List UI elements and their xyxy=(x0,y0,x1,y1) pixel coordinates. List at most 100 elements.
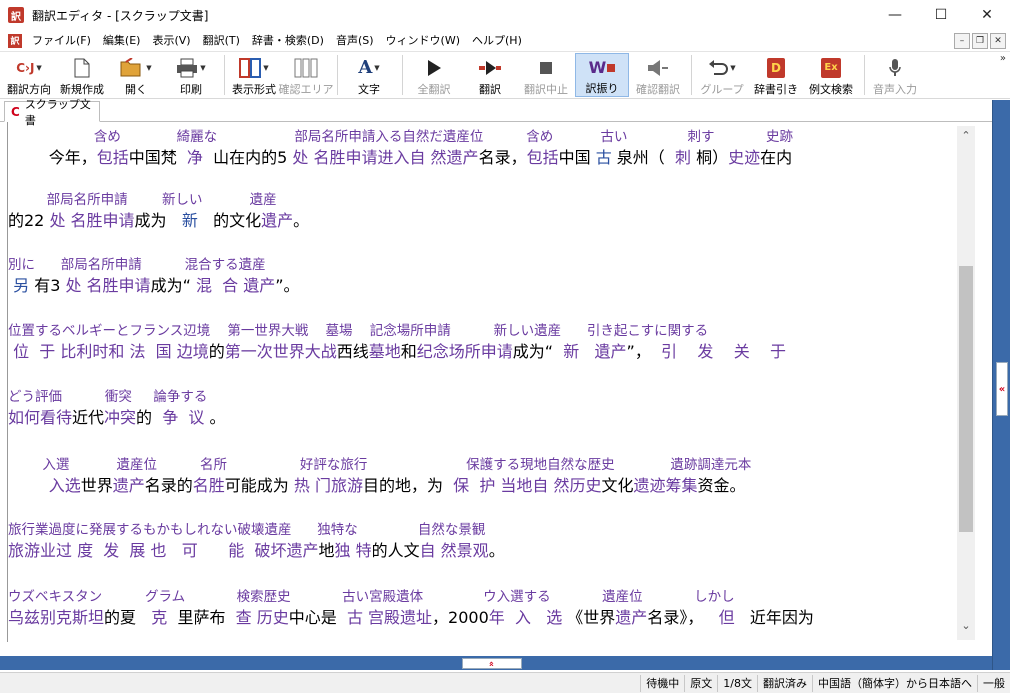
sentence-block[interactable]: 位置するベルギーとフランス辺境 第一世界大戦 墓場 記念場所申請 新しい遺産 引… xyxy=(8,322,954,364)
translated-term: 古 宫殿遗址 xyxy=(346,608,433,627)
translated-term: 处 名胜申请 xyxy=(65,276,151,295)
new-document-icon xyxy=(74,57,90,78)
translated-term: 新 遺产 xyxy=(563,342,627,361)
menu-edit[interactable]: 編集(E) xyxy=(97,30,147,52)
ruby-translation-line: 含め 綺麗な 部局名所申請入る自然だ遺産位 含め 古い 刺す 史跡 xyxy=(8,129,794,145)
minimize-button[interactable]: — xyxy=(872,0,918,30)
ruby-translation-line: 位置するベルギーとフランス辺境 第一世界大戦 墓場 記念場所申請 新しい遺産 引… xyxy=(8,323,709,339)
stop-translation-button[interactable]: 翻訳中止 xyxy=(519,53,573,97)
doc-minimize-button[interactable]: – xyxy=(954,33,970,49)
window-controls: — ☐ ✕ xyxy=(872,0,1010,30)
toolbar-separator xyxy=(691,55,692,95)
translation-direction-button[interactable]: C›J ▼ 翻訳方向 xyxy=(4,53,54,97)
source-text: 泉州（ xyxy=(611,148,675,167)
source-text: 的夏 xyxy=(104,608,152,627)
translation-editor[interactable]: 含め 綺麗な 部局名所申請入る自然だ遺産位 含め 古い 刺す 史跡 今年，包括中… xyxy=(8,126,956,640)
scrollbar-thumb[interactable] xyxy=(959,266,973,532)
group-button[interactable]: ▼ グループ xyxy=(696,53,748,97)
source-text-line[interactable]: 位 于 比利时和 法 国 边境的第一次世界大战西线墓地和纪念场所申请成为“ 新 … xyxy=(8,340,954,364)
window-title: 翻訳エディタ - [スクラップ文書] xyxy=(32,8,209,23)
vertical-scrollbar[interactable]: ⌃ ⌄ xyxy=(957,126,975,640)
view-format-button[interactable]: ▼ 表示形式 xyxy=(229,53,279,97)
source-text: ，2000 xyxy=(432,608,489,627)
toolbar: C›J ▼ 翻訳方向 新規作成 ▼ 開く ▼ 印刷 ▼ 表示形式 確認エリア A… xyxy=(0,53,1010,99)
scroll-down-arrow-icon[interactable]: ⌄ xyxy=(957,616,975,634)
source-text: 近代 xyxy=(72,408,105,427)
menu-voice[interactable]: 音声(S) xyxy=(330,30,380,52)
status-bar: 待機中 原文 1/8文 翻訳済み 中国語（簡体字）から日本語へ 一般 xyxy=(0,672,1010,693)
sentence-block[interactable]: 別に 部局名所申請 混合する遺産 另 有3 处 名胜申请成为“ 混 合 遺产”。 xyxy=(8,256,954,298)
sentence-block[interactable]: 入選 遺産位 名所 好評な旅行 保護する現地自然な歴史 遺跡調達元本 入选世界遗… xyxy=(8,456,954,498)
font-button[interactable]: A ▼ 文字 xyxy=(342,53,396,97)
translated-term: 保 护 当地自 然历史 xyxy=(453,476,602,495)
source-text-line[interactable]: 旅游业过 度 发 展 也 可 能 破坏遗产地独 特的人文自 然景观。 xyxy=(8,539,954,563)
menu-dictionary-search[interactable]: 辞書・検索(D) xyxy=(246,30,330,52)
ruby-translation-icon: W xyxy=(589,58,616,77)
maximize-button[interactable]: ☐ xyxy=(918,0,964,30)
translate-button[interactable]: 翻訳 xyxy=(463,53,517,97)
source-text: 的 xyxy=(208,342,225,361)
source-text: 中国 xyxy=(558,148,596,167)
source-text-line[interactable]: 今年，包括中国梵 净 山在内的5 处 名胜申请进入自 然遗产名录，包括中国 古 … xyxy=(8,146,954,170)
source-text-line[interactable]: 如何看待近代冲突的 争 议 。 xyxy=(8,406,954,430)
translated-term: 遗产 xyxy=(615,608,648,627)
sentence-block[interactable]: 含め 綺麗な 部局名所申請入る自然だ遺産位 含め 古い 刺す 史跡 今年，包括中… xyxy=(8,128,954,170)
source-text: ”。 xyxy=(275,276,300,295)
sentence-block[interactable]: どう評価 衝突 論争する 如何看待近代冲突的 争 议 。 xyxy=(8,388,954,430)
new-document-button[interactable]: 新規作成 xyxy=(56,53,108,97)
translated-term: 名胜 xyxy=(192,476,225,495)
toolbar-separator xyxy=(337,55,338,95)
ruby-translation-button[interactable]: W 訳振り xyxy=(575,53,629,97)
source-text-line[interactable]: 入选世界遗产名录的名胜可能成为 热 门旅游目的地，为 保 护 当地自 然历史文化… xyxy=(8,474,954,498)
doc-close-button[interactable]: ✕ xyxy=(990,33,1006,49)
ruby-translation-line: 部局名所申請 新しい 遺産 xyxy=(8,192,277,208)
translated-term: 旅游业过 度 发 展 也 可 能 破坏遗产 xyxy=(8,541,319,560)
translated-term: 但 xyxy=(718,608,735,627)
document-icon: C xyxy=(11,104,20,119)
translated-term: 克 xyxy=(151,608,168,627)
document-menu-icon[interactable]: 訳 xyxy=(8,33,22,48)
expand-bottom-panel-button[interactable]: » xyxy=(462,658,522,669)
toolbar-overflow-button[interactable]: » xyxy=(1000,53,1006,64)
confirm-translation-button[interactable]: 確認翻訳 xyxy=(631,53,685,97)
close-button[interactable]: ✕ xyxy=(964,0,1010,30)
source-text: 名录的 xyxy=(144,476,193,495)
translated-term: 处 名胜申请 xyxy=(49,211,135,230)
source-text: 山在内的5 xyxy=(202,148,293,167)
voice-input-button[interactable]: 音声入力 xyxy=(869,53,921,97)
source-text: 的 xyxy=(136,408,163,427)
translated-term: 独 特 xyxy=(334,541,372,560)
document-tab-strip: C スクラップ文書 xyxy=(0,98,992,127)
example-search-button[interactable]: Ex 例文検索 xyxy=(804,53,858,97)
status-source: 原文 xyxy=(684,674,717,692)
print-button[interactable]: ▼ 印刷 xyxy=(164,53,218,97)
check-area-button[interactable]: 確認エリア xyxy=(279,53,334,97)
source-text: 中国梵 xyxy=(128,148,187,167)
menu-file[interactable]: ファイル(F) xyxy=(26,30,97,52)
toolbar-separator xyxy=(402,55,403,95)
expand-right-panel-button[interactable]: « xyxy=(996,362,1008,416)
dictionary-lookup-button[interactable]: D 辞書引き xyxy=(750,53,802,97)
menu-help[interactable]: ヘルプ(H) xyxy=(466,30,528,52)
sentence-block[interactable]: 旅行業過度に発展するもかもしれない破壊遺産 独特な 自然な景観 旅游业过 度 发 … xyxy=(8,521,954,563)
source-text-line[interactable]: 另 有3 处 名胜申请成为“ 混 合 遺产”。 xyxy=(8,274,954,298)
source-text-line[interactable]: 乌兹别克斯坦的夏 克 里萨布 查 历史中心是 古 宫殿遗址，2000年 入 选 … xyxy=(8,606,954,630)
doc-restore-button[interactable]: ❐ xyxy=(972,33,988,49)
menu-translate[interactable]: 翻訳(T) xyxy=(197,30,246,52)
source-text-line[interactable]: 的22 处 名胜申请成为 新 的文化遺产。 xyxy=(8,209,954,233)
menu-view[interactable]: 表示(V) xyxy=(146,30,196,52)
printer-icon: ▼ xyxy=(176,57,206,78)
tab-scrap-document[interactable]: C スクラップ文書 xyxy=(4,98,100,127)
translated-term: 处 名胜申请进入自 然遗产 xyxy=(292,148,479,167)
editor-left-margin xyxy=(0,122,8,642)
ruby-translation-line: 入選 遺産位 名所 好評な旅行 保護する現地自然な歴史 遺跡調達元本 xyxy=(8,457,752,473)
menu-window[interactable]: ウィンドウ(W) xyxy=(380,30,466,52)
translate-all-button[interactable]: 全翻訳 xyxy=(407,53,461,97)
translated-term: 引 发 关 于 xyxy=(661,342,787,361)
status-language-pair: 中国語（簡体字）から日本語へ xyxy=(812,674,977,692)
scroll-up-arrow-icon[interactable]: ⌃ xyxy=(957,126,975,144)
source-text: 西线 xyxy=(336,342,369,361)
open-button[interactable]: ▼ 開く xyxy=(110,53,162,97)
sentence-block[interactable]: 部局名所申請 新しい 遺産 的22 处 名胜申请成为 新 的文化遺产。 xyxy=(8,191,954,233)
sentence-block[interactable]: ウズベキスタン グラム 検索歴史 古い宮殿遺体 ウ入選する 遺産位 しかし 乌兹别… xyxy=(8,588,954,630)
